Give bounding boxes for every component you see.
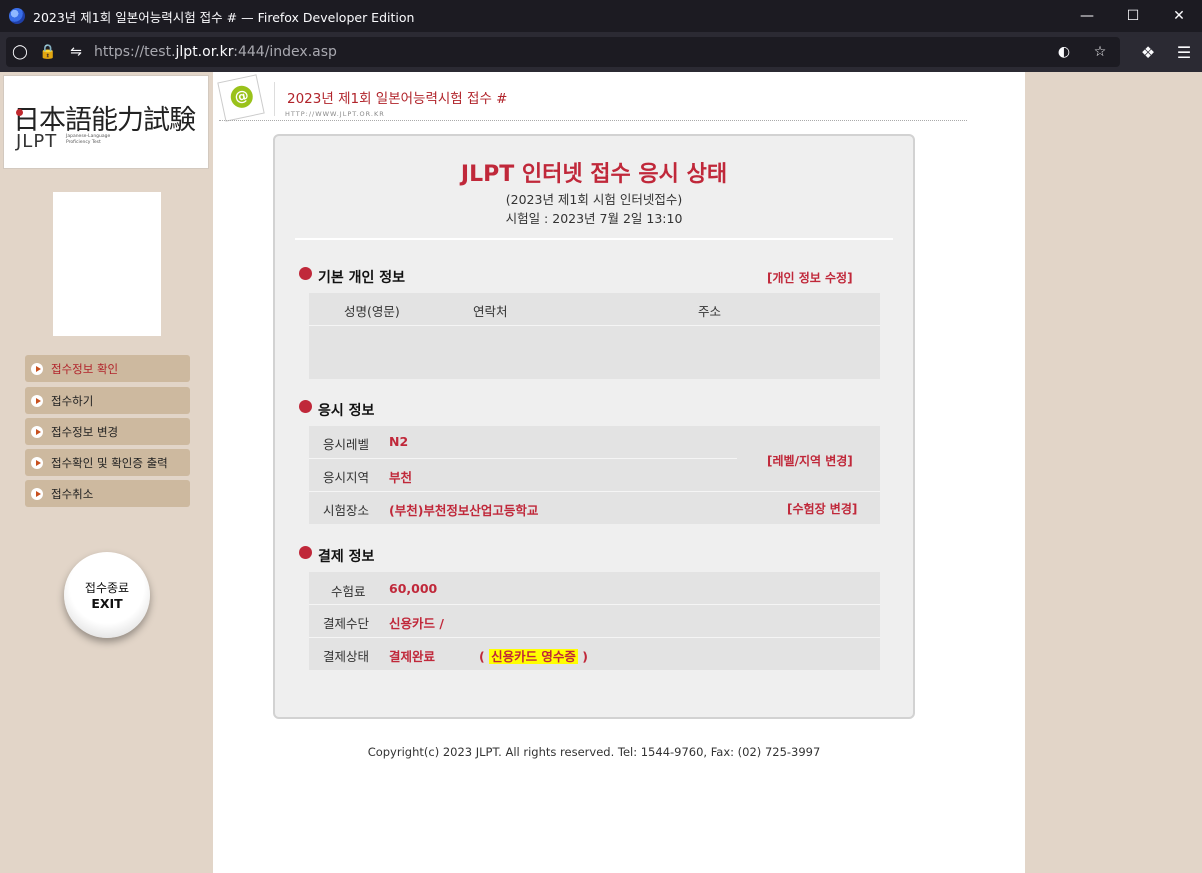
right-margin <box>1025 72 1202 873</box>
card-divider <box>295 238 893 240</box>
close-window-button[interactable]: ✕ <box>1156 0 1202 32</box>
jlpt-logo[interactable]: 日本語能力試験 JLPT Japanese-Language Proficien… <box>3 75 209 169</box>
section-bullet-icon <box>299 400 312 413</box>
menu-cancel-registration[interactable]: 접수취소 <box>25 480 190 507</box>
arrow-bullet-icon <box>31 425 43 438</box>
column-contact: 연락처 <box>473 304 508 319</box>
fee-value: 60,000 <box>389 581 438 596</box>
region-label: 응시지역 <box>323 470 370 485</box>
section-bullet-icon <box>299 546 312 559</box>
window-title: 2023년 제1회 일본어능력시험 접수 # — Firefox Develop… <box>33 9 415 25</box>
status-card: JLPT 인터넷 접수 응시 상태 (2023년 제1회 시험 인터넷접수) 시… <box>273 134 915 719</box>
menu-register[interactable]: 접수하기 <box>25 387 190 414</box>
permissions-icon[interactable]: ⇋ <box>62 37 90 67</box>
page-title: 2023년 제1회 일본어능력시험 접수 # <box>287 91 508 107</box>
hamburger-menu-icon[interactable]: ☰ <box>1166 32 1202 72</box>
level-value: N2 <box>389 434 409 449</box>
firefox-logo-icon <box>9 8 25 24</box>
header-dotted-divider <box>219 120 967 121</box>
logo-sun-mark-icon <box>16 109 23 116</box>
payment-section-title: 결제 정보 <box>318 549 375 565</box>
lock-icon[interactable]: 🔒 <box>34 37 62 67</box>
edit-personal-info-link[interactable]: [개인 정보 수정] <box>767 269 853 286</box>
section-bullet-icon <box>299 267 312 280</box>
extensions-icon[interactable]: ❖ <box>1130 32 1166 72</box>
arrow-bullet-icon <box>31 394 43 407</box>
window-titlebar: 2023년 제1회 일본어능력시험 접수 # — Firefox Develop… <box>0 0 1202 32</box>
card-title: JLPT 인터넷 접수 응시 상태 <box>460 162 728 187</box>
change-level-region-link[interactable]: [레벨/지역 변경] <box>767 452 853 469</box>
arrow-bullet-icon <box>31 456 43 469</box>
menu-print-confirmation[interactable]: 접수확인 및 확인증 출력 <box>25 449 190 476</box>
exam-date: 시험일 : 2023년 7월 2일 13:10 <box>505 211 683 226</box>
arrow-bullet-icon <box>31 362 43 375</box>
row-divider <box>309 458 737 459</box>
page-viewport: 日本語能力試験 JLPT Japanese-Language Proficien… <box>0 72 1202 873</box>
receipt-group: ( 신용카드 영수증 ) <box>479 649 589 664</box>
venue-value: (부천)부천정보산업고등학교 <box>389 503 539 518</box>
email-icon <box>217 74 265 122</box>
credit-card-receipt-link[interactable]: 신용카드 영수증 <box>489 649 578 664</box>
logo-subtitle: Japanese-Language Proficiency Test <box>66 134 111 145</box>
row-divider <box>309 491 880 492</box>
footer-copyright: Copyright(c) 2023 JLPT. All rights reser… <box>367 745 821 759</box>
bookmark-star-icon[interactable]: ☆ <box>1086 37 1114 67</box>
left-sidebar: 日本語能力試験 JLPT Japanese-Language Proficien… <box>0 72 213 873</box>
row-divider <box>309 325 880 326</box>
venue-label: 시험장소 <box>323 503 370 518</box>
row-divider <box>309 604 880 605</box>
level-label: 응시레벨 <box>323 437 370 452</box>
payment-status-value: 결제완료 <box>389 649 436 664</box>
arrow-bullet-icon <box>31 487 43 500</box>
region-value: 부천 <box>389 470 413 485</box>
card-subtitle: (2023년 제1회 시험 인터넷접수) <box>505 192 683 207</box>
row-divider <box>309 637 880 638</box>
url-text[interactable]: https://test.jlpt.or.kr:444/index.asp <box>94 44 337 60</box>
personal-section-title: 기본 개인 정보 <box>318 270 406 286</box>
tracking-shield-icon[interactable]: ◯ <box>6 37 34 67</box>
payment-info-table: 수험료 60,000 결제수단 신용카드 / 결제상태 결제완료 ( 신용카드 … <box>309 572 880 670</box>
header-url: HTTP://WWW.JLPT.OR.KR <box>285 110 385 118</box>
minimize-button[interactable]: — <box>1064 0 1110 32</box>
url-bar[interactable]: ◯ 🔒 ⇋ https://test.jlpt.or.kr:444/index.… <box>6 37 1120 67</box>
applicant-photo <box>53 192 161 336</box>
fee-label: 수험료 <box>331 584 366 599</box>
exam-info-table: 응시레벨 N2 응시지역 부천 [레벨/지역 변경] 시험장소 (부천)부천정보… <box>309 426 880 524</box>
payment-status-label: 결제상태 <box>323 649 370 664</box>
menu-registration-info-check[interactable]: 접수정보 확인 <box>25 355 190 382</box>
exit-button[interactable]: 접수종료 EXIT <box>64 552 150 638</box>
change-venue-link[interactable]: [수험장 변경] <box>787 500 857 517</box>
personal-info-table: 성명(영문) 연락처 주소 <box>309 293 880 379</box>
navigation-toolbar: ◯ 🔒 ⇋ https://test.jlpt.or.kr:444/index.… <box>0 32 1202 72</box>
payment-method-label: 결제수단 <box>323 616 370 631</box>
header-divider <box>274 82 275 116</box>
reader-mode-icon[interactable]: ◐ <box>1050 37 1078 67</box>
logo-jlpt-text: JLPT <box>16 131 58 152</box>
exam-section-title: 응시 정보 <box>318 403 375 419</box>
column-address: 주소 <box>698 304 722 319</box>
column-name: 성명(영문) <box>344 304 400 319</box>
maximize-button[interactable]: ☐ <box>1110 0 1156 32</box>
menu-change-registration[interactable]: 접수정보 변경 <box>25 418 190 445</box>
payment-method-value: 신용카드 / <box>389 616 444 631</box>
